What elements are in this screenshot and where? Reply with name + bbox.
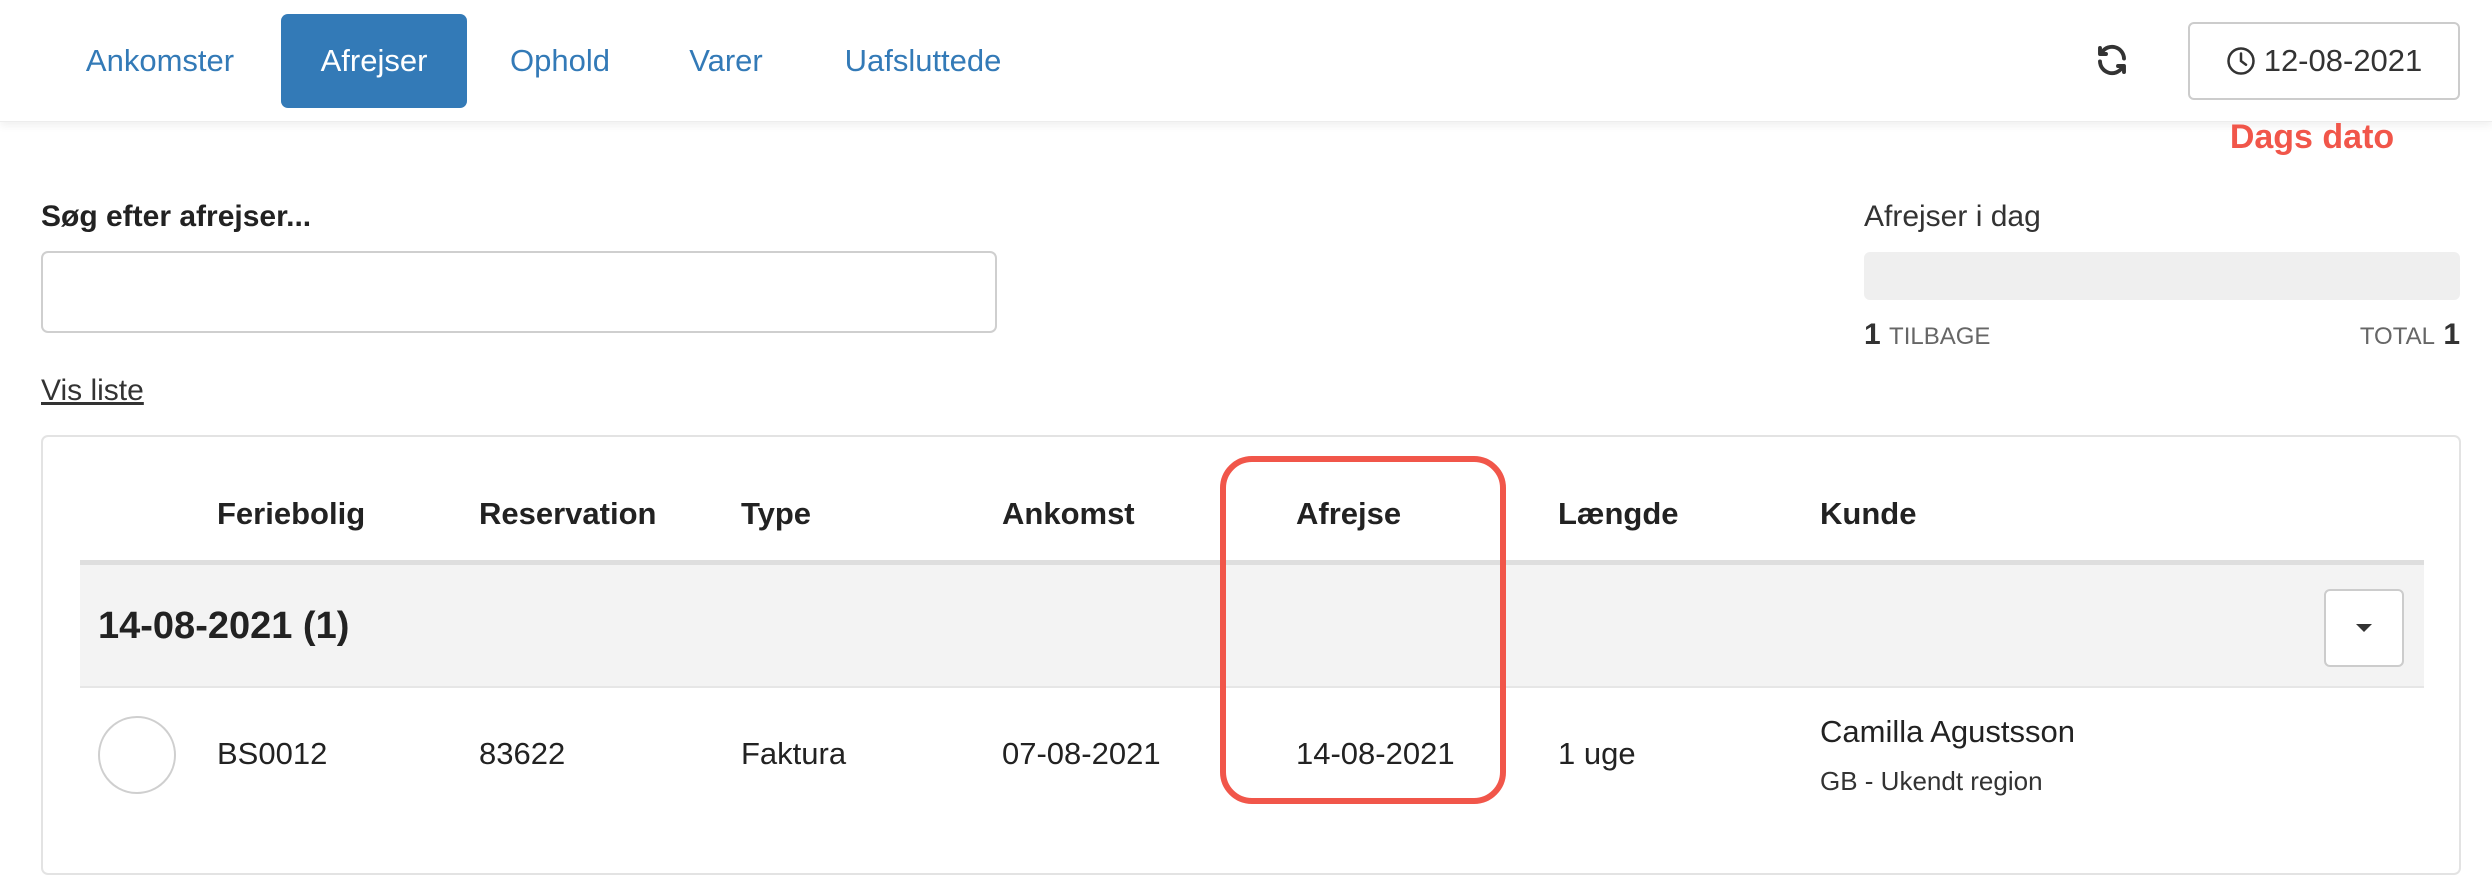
column-header-type[interactable]: Type	[741, 496, 811, 532]
group-actions-dropdown[interactable]	[2324, 589, 2404, 667]
search-input[interactable]	[41, 251, 997, 333]
column-header-feriebolig[interactable]: Feriebolig	[217, 496, 365, 532]
total-number: 1	[2443, 318, 2460, 351]
tab-varer[interactable]: Varer	[666, 14, 786, 108]
date-button-label: 12-08-2021	[2263, 43, 2423, 78]
tab-ophold[interactable]: Ophold	[490, 14, 630, 108]
column-header-kunde[interactable]: Kunde	[1820, 496, 1916, 532]
top-nav-bar: Ankomster Afrejser Ophold Varer Uafslutt…	[0, 0, 2492, 122]
cell-type: Faktura	[741, 736, 847, 771]
progress-label: Afrejser i dag	[1864, 200, 2041, 233]
cell-reservation: 83622	[479, 736, 566, 771]
cell-laengde: 1 uge	[1558, 736, 1636, 771]
tab-uafsluttede[interactable]: Uafsluttede	[818, 14, 1028, 108]
cell-kunde-region: GB - Ukendt region	[1820, 766, 2043, 796]
column-header-laengde[interactable]: Længde	[1558, 496, 1679, 532]
column-header-reservation[interactable]: Reservation	[479, 496, 656, 532]
column-header-ankomst[interactable]: Ankomst	[1002, 496, 1135, 532]
vis-liste-link[interactable]: Vis liste	[41, 374, 144, 408]
remaining-count: 1 TILBAGE	[1864, 318, 1990, 352]
row-select-checkbox[interactable]	[98, 716, 176, 794]
remaining-label: TILBAGE	[1889, 323, 1991, 350]
total-label: TOTAL	[2359, 323, 2435, 350]
afrejse-column-highlight	[1220, 456, 1506, 804]
cell-kunde-name: Camilla Agustsson	[1820, 714, 2076, 749]
caret-down-icon	[2356, 624, 2372, 632]
tab-afrejser[interactable]: Afrejser	[281, 14, 467, 108]
group-title: 14-08-2021 (1)	[98, 605, 350, 647]
tab-ankomster[interactable]: Ankomster	[60, 14, 260, 108]
cell-feriebolig: BS0012	[217, 736, 328, 771]
date-picker-button[interactable]: 12-08-2021	[2188, 22, 2460, 100]
refresh-icon[interactable]	[2090, 38, 2134, 82]
total-count: TOTAL 1	[2360, 318, 2460, 352]
clock-icon	[2226, 47, 2255, 75]
remaining-number: 1	[1864, 318, 1881, 351]
search-label: Søg efter afrejser...	[41, 200, 312, 233]
date-annotation: Dags dato	[2229, 118, 2395, 156]
cell-ankomst: 07-08-2021	[1002, 736, 1161, 771]
departures-progress-bar	[1864, 252, 2460, 300]
